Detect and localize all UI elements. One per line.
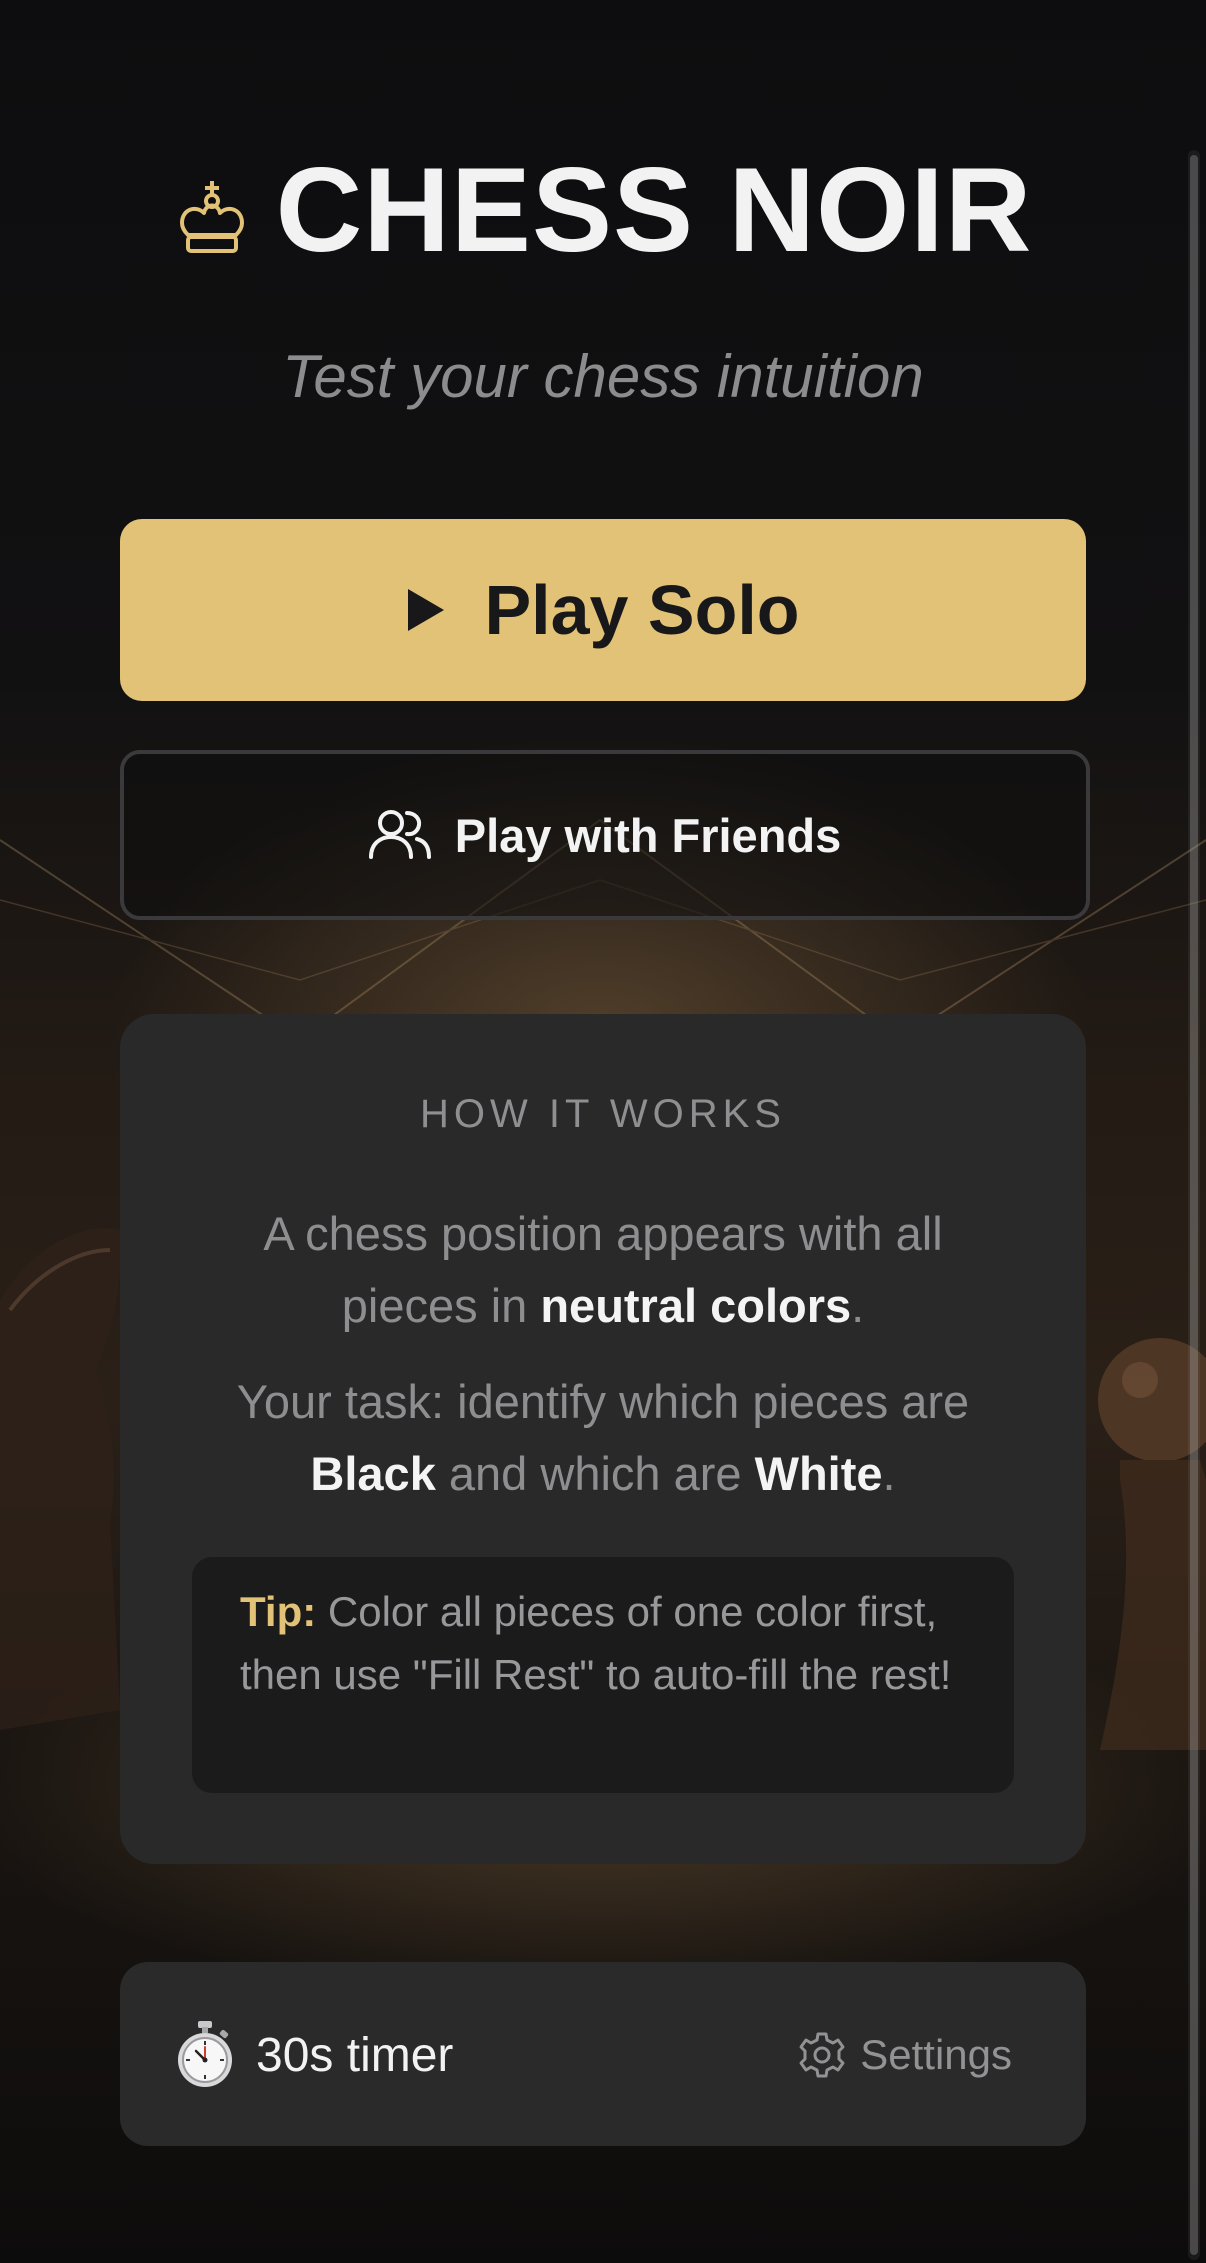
tip-label: Tip:	[240, 1588, 317, 1635]
tip-body: Color all pieces of one color first, the…	[240, 1588, 952, 1698]
home-screen: CHESS NOIR Test your chess intuition Pla…	[0, 0, 1206, 2263]
gear-icon	[799, 2032, 845, 2078]
timer-option[interactable]: 30s timer	[174, 2020, 453, 2090]
tip-text: Tip: Color all pieces of one color first…	[240, 1580, 980, 1706]
app-title: CHESS NOIR	[275, 143, 1033, 277]
p2-text-after: .	[882, 1447, 896, 1500]
p1-text-after: .	[851, 1279, 865, 1332]
stopwatch-icon	[178, 2021, 232, 2087]
p2-text-middle: and which are	[435, 1447, 755, 1500]
title-row: CHESS NOIR	[0, 150, 1206, 270]
play-with-friends-button[interactable]: Play with Friends	[120, 750, 1090, 920]
app-subtitle: Test your chess intuition	[282, 343, 924, 410]
knight-silhouette	[0, 1228, 121, 1730]
play-with-friends-label: Play with Friends	[454, 808, 842, 862]
p1-bold-neutral-colors: neutral colors	[540, 1279, 852, 1332]
scrollbar-thumb[interactable]	[1190, 155, 1198, 2255]
p2-bold-white: White	[754, 1447, 883, 1500]
settings-button[interactable]: Settings	[798, 2025, 1012, 2085]
play-triangle-icon	[408, 589, 445, 631]
timer-label: 30s timer	[256, 2028, 454, 2082]
crown-icon	[179, 181, 244, 253]
users-icon	[368, 810, 431, 859]
how-it-works-heading: HOW IT WORKS	[420, 1092, 786, 1136]
play-solo-label: Play Solo	[484, 571, 800, 649]
how-it-works-paragraph-1: A chess position appears with all pieces…	[190, 1198, 1016, 1342]
settings-label: Settings	[860, 2031, 1012, 2078]
how-it-works-paragraph-2: Your task: identify which pieces are Bla…	[190, 1366, 1016, 1510]
p2-text-before: Your task: identify which pieces are	[236, 1375, 970, 1428]
play-solo-button[interactable]: Play Solo	[120, 519, 1086, 701]
p2-bold-black: Black	[310, 1447, 436, 1500]
